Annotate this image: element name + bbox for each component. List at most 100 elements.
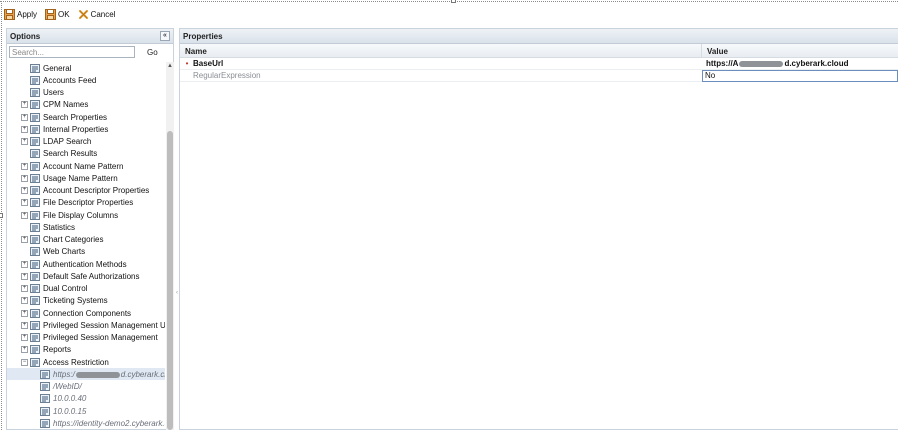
tree-item-label: Reports xyxy=(43,345,72,355)
resize-handle-left[interactable] xyxy=(0,213,3,218)
option-node-icon xyxy=(30,149,40,159)
tree-scrollbar[interactable]: ▲ xyxy=(166,62,174,430)
option-node-icon xyxy=(30,345,40,355)
tree-item-label: General xyxy=(43,63,72,73)
ok-button[interactable]: OK xyxy=(45,8,70,20)
panel-splitter[interactable] xyxy=(176,28,178,430)
expand-toggle-icon[interactable]: + xyxy=(21,272,28,280)
tree-item[interactable]: Web Charts xyxy=(21,246,85,258)
expand-toggle-icon[interactable]: − xyxy=(21,358,28,366)
tree-item[interactable]: + Ticketing Systems xyxy=(21,295,108,307)
property-name: BaseUrl xyxy=(193,59,224,68)
column-header-name[interactable]: Name xyxy=(180,44,702,57)
expand-toggle-icon[interactable]: + xyxy=(21,285,28,292)
property-value-cell xyxy=(699,69,898,82)
tree-item[interactable]: + Account Name Pattern xyxy=(21,160,123,172)
tree-item[interactable]: Search Results xyxy=(21,148,97,160)
expand-toggle-icon[interactable]: + xyxy=(21,346,28,354)
tree-item-label: Ticketing Systems xyxy=(43,296,108,306)
expand-toggle-icon[interactable]: + xyxy=(21,187,28,194)
expand-toggle-icon[interactable]: + xyxy=(21,125,28,133)
splitter-grip-icon[interactable]: ‹ xyxy=(176,290,178,296)
option-node-icon xyxy=(40,382,50,391)
tree-item-label: Search Properties xyxy=(43,112,108,122)
tree-item[interactable]: + LDAP Search xyxy=(21,136,91,148)
property-value-prefix: https://A xyxy=(706,59,739,68)
tree-item[interactable]: + Search Properties xyxy=(21,111,107,123)
option-node-icon xyxy=(30,308,40,318)
tree-item[interactable]: General xyxy=(21,62,71,74)
tree-item[interactable]: Users xyxy=(21,87,64,99)
tree-item[interactable]: + Reports xyxy=(21,344,71,356)
tree-item-label: Account Descriptor Properties xyxy=(43,186,150,195)
options-title: Options xyxy=(10,31,41,41)
property-value-input[interactable] xyxy=(702,69,898,82)
property-row-baseurl[interactable]: • BaseUrl https://A d.cyberark.cloud xyxy=(180,58,898,70)
go-button[interactable]: Go xyxy=(147,48,158,57)
tree-item[interactable]: − Access Restriction xyxy=(21,356,109,368)
tree-item[interactable]: + Privileged Session Management UI xyxy=(21,319,165,331)
expand-toggle-icon[interactable]: + xyxy=(21,236,28,243)
tree-item-label: Statistics xyxy=(43,222,76,232)
tree-item-label: Account Name Pattern xyxy=(43,161,124,171)
tree-item[interactable]: Accounts Feed xyxy=(21,74,96,86)
option-node-icon xyxy=(30,124,40,134)
expand-toggle-icon[interactable]: + xyxy=(21,321,28,329)
search-input[interactable] xyxy=(9,46,135,58)
tree-child-item[interactable]: 10.0.0.15 xyxy=(40,405,86,417)
expand-toggle-icon[interactable]: + xyxy=(21,162,28,170)
tree-child-label-prefix: https://identity-demo2.cyberark.cl xyxy=(53,418,165,428)
collapse-panel-button[interactable]: « xyxy=(160,31,170,41)
option-node-icon xyxy=(30,210,40,220)
tree-item[interactable]: + CPM Names xyxy=(21,99,88,111)
tree-item[interactable]: + Authentication Methods xyxy=(21,258,127,270)
option-node-icon xyxy=(30,235,40,244)
tree-item[interactable]: + File Display Columns xyxy=(21,209,118,221)
expand-toggle-icon[interactable]: + xyxy=(21,309,28,317)
apply-button[interactable]: Apply xyxy=(4,8,37,20)
tree-item[interactable]: + Privileged Session Management xyxy=(21,332,158,344)
option-node-icon xyxy=(40,418,50,428)
tree-item[interactable]: + Dual Control xyxy=(21,283,87,295)
tree-child-label: /WebID/ xyxy=(53,382,82,391)
tree-item[interactable]: + Chart Categories xyxy=(21,234,103,246)
tree-item[interactable]: Statistics xyxy=(21,221,75,233)
cancel-button[interactable]: Cancel xyxy=(78,9,115,20)
expand-toggle-icon[interactable]: + xyxy=(21,174,28,182)
tree-item[interactable]: + Internal Properties xyxy=(21,123,108,135)
tree-item[interactable]: + Default Safe Authorizations xyxy=(21,270,140,282)
save-disk-icon xyxy=(4,8,15,20)
tree-item-label: Privileged Session Management xyxy=(43,333,158,342)
property-value[interactable]: https://A d.cyberark.cloud xyxy=(702,59,898,68)
expand-toggle-icon[interactable]: + xyxy=(21,297,28,305)
tree-item[interactable]: + Account Descriptor Properties xyxy=(21,185,149,197)
tree-child-item[interactable]: 10.0.0.40 xyxy=(40,393,86,405)
tree-item-label: CPM Names xyxy=(43,100,89,110)
resize-handle-top[interactable] xyxy=(451,0,456,3)
scroll-up-arrow-icon[interactable]: ▲ xyxy=(167,63,173,69)
tree-child-item[interactable]: /WebID/ xyxy=(40,381,82,393)
option-node-icon xyxy=(30,222,40,232)
expand-toggle-icon[interactable]: + xyxy=(21,260,28,268)
column-header-value[interactable]: Value xyxy=(702,44,898,57)
save-disk-icon xyxy=(45,8,57,20)
property-row-regularexpression[interactable]: RegularExpression xyxy=(180,69,898,82)
tree-item[interactable]: + File Descriptor Properties xyxy=(21,197,133,209)
expand-toggle-icon[interactable]: + xyxy=(21,334,28,341)
tree-item-label: Access Restriction xyxy=(43,357,109,367)
option-node-icon xyxy=(40,369,50,379)
ok-label: OK xyxy=(58,9,70,19)
option-node-icon xyxy=(30,296,40,306)
tree-item[interactable]: + Connection Components xyxy=(21,307,131,319)
expand-toggle-icon[interactable]: + xyxy=(21,101,28,109)
option-node-icon xyxy=(40,406,50,416)
tree-item-label: LDAP Search xyxy=(43,137,92,146)
expand-toggle-icon[interactable]: + xyxy=(21,138,28,145)
scroll-thumb[interactable] xyxy=(167,131,173,430)
expand-toggle-icon[interactable]: + xyxy=(21,113,28,121)
tree-child-item[interactable]: https://identity-demo2.cyberark.cl xyxy=(40,417,165,429)
tree-child-item[interactable]: https:/ d.cyberark.cloud xyxy=(7,368,165,381)
expand-toggle-icon[interactable]: + xyxy=(21,211,28,219)
expand-toggle-icon[interactable]: + xyxy=(21,199,28,207)
tree-item[interactable]: + Usage Name Pattern xyxy=(21,172,118,184)
